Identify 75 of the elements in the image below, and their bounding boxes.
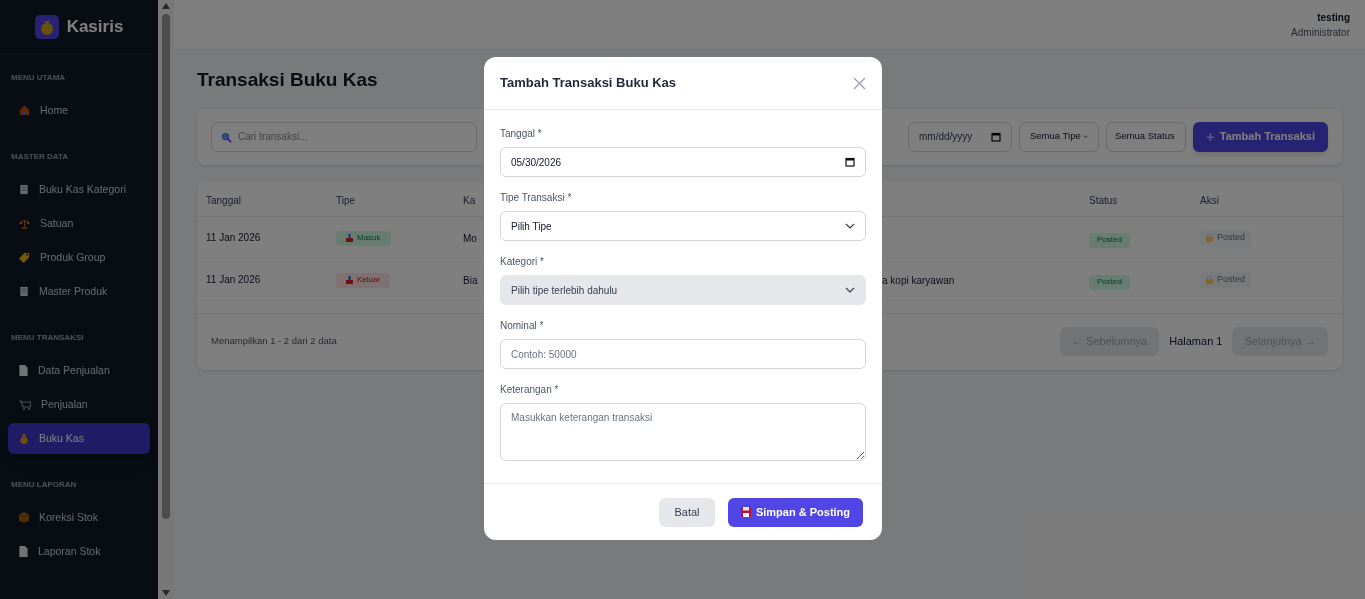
- scale-icon: [19, 218, 30, 229]
- sidebar-item[interactable]: Laporan Stok: [8, 536, 150, 567]
- status-badge: Posted: [1089, 232, 1130, 248]
- select-field[interactable]: Pilih Tipe: [500, 211, 866, 241]
- table-cell: a kopi karyawan: [882, 275, 955, 286]
- chevron-down-icon: [1082, 133, 1088, 140]
- user-role: Administrator: [1291, 25, 1350, 40]
- sidebar-item[interactable]: Data Penjualan: [8, 355, 150, 386]
- document-icon: [19, 365, 28, 376]
- clipboard-icon: [19, 286, 29, 297]
- sidebar-item[interactable]: Satuan: [8, 208, 150, 239]
- sidebar-item[interactable]: Buku Kas: [8, 423, 150, 454]
- document-icon: [19, 546, 28, 557]
- textarea-field[interactable]: Masukkan keterangan transaksi: [500, 403, 866, 461]
- sidebar-item[interactable]: Home: [8, 95, 150, 126]
- section-heading: MENU TRANSAKSI: [10, 332, 85, 344]
- text-field[interactable]: Contoh: 50000: [500, 339, 866, 369]
- cart-icon: [19, 399, 31, 410]
- section-heading: MENU LAPORAN: [10, 479, 78, 491]
- table-cell-text: 11 Jan 2026: [206, 272, 262, 287]
- table-cell: Bia: [463, 275, 478, 286]
- sidebar-item[interactable]: Buku Kas Kategori: [8, 174, 150, 205]
- section-heading: MENU UTAMA: [10, 72, 67, 84]
- house-icon: [19, 105, 30, 116]
- search-icon: [221, 131, 232, 143]
- type-badge: Keluar: [336, 272, 391, 288]
- sidebar-item[interactable]: Penjualan: [8, 389, 150, 420]
- column-header: Aksi: [1200, 194, 1219, 206]
- sidebar-item[interactable]: Master Produk: [8, 276, 150, 307]
- tag-icon: [19, 252, 30, 263]
- field-label: Nominal *: [500, 319, 545, 333]
- field-label: Kategori *: [500, 255, 545, 269]
- section-heading: MASTER DATA: [10, 151, 70, 163]
- sidebar-item[interactable]: Produk Group: [8, 242, 150, 273]
- clipboard-icon: [19, 184, 29, 195]
- tray-icon: [346, 234, 353, 242]
- pagination-summary: Menampilkan 1 - 2 dari 2 data: [211, 334, 338, 349]
- cancel-button[interactable]: Batal: [659, 497, 715, 527]
- column-header: Status: [1089, 194, 1118, 206]
- status-select[interactable]: Semua Status: [1106, 121, 1186, 152]
- field-label: Tanggal *: [500, 127, 543, 141]
- money-bag-icon: [34, 15, 59, 39]
- page-indicator: Halaman 1: [1169, 334, 1223, 350]
- calendar-icon: [845, 157, 855, 167]
- scroll-up-icon[interactable]: [161, 2, 171, 10]
- chevron-down-icon: [845, 287, 855, 293]
- field-label: Keterangan *: [500, 383, 560, 397]
- table-cell: Mo: [463, 233, 477, 244]
- add-transaction-button[interactable]: + Tambah Transaksi: [1193, 121, 1328, 152]
- date-field[interactable]: 05/30/2026: [500, 147, 866, 177]
- modal-title: Tambah Transaksi Buku Kas: [500, 74, 677, 93]
- page-title: Transaksi Buku Kas: [197, 68, 378, 92]
- table-cell-text: 11 Jan 2026: [206, 230, 262, 245]
- user-name: testing: [1317, 10, 1350, 25]
- column-header: Tipe: [336, 194, 356, 206]
- tray-icon: [346, 276, 353, 284]
- save-button[interactable]: Simpan & Posting: [728, 497, 863, 527]
- money-bag-icon: [19, 433, 29, 444]
- sidebar-item[interactable]: Koreksi Stok: [8, 502, 150, 533]
- column-header: Ka: [463, 194, 476, 206]
- chevron-down-icon: [845, 223, 855, 229]
- calendar-icon: [991, 131, 1001, 142]
- field-label: Tipe Transaksi *: [500, 191, 573, 205]
- column-header: Tanggal: [206, 194, 242, 206]
- type-badge: Masuk: [336, 230, 391, 246]
- box-icon: [19, 512, 29, 523]
- type-select[interactable]: Semua Tipe: [1019, 121, 1099, 152]
- date-filter[interactable]: mm/dd/yyyy: [908, 121, 1012, 152]
- scroll-down-icon[interactable]: [161, 589, 171, 597]
- lock-icon: [1206, 276, 1213, 284]
- app-name: Kasiris: [66, 16, 124, 39]
- close-icon[interactable]: [853, 76, 866, 90]
- search-field[interactable]: Cari transaksi...: [211, 121, 477, 152]
- status-badge: Posted: [1089, 274, 1130, 290]
- lock-icon: [1206, 234, 1213, 242]
